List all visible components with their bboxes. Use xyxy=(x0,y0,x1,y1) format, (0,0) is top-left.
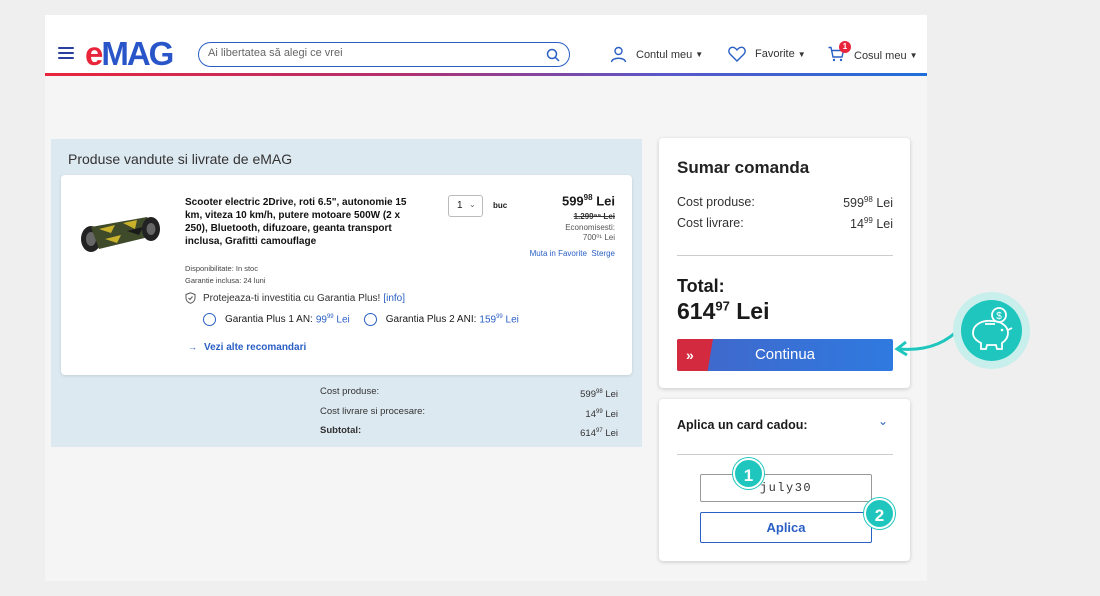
warranty-option-2[interactable]: Garantia Plus 2 ANI: 15999 Lei xyxy=(363,313,519,326)
favorites-menu[interactable]: Favorite ▼ xyxy=(728,46,806,62)
shield-icon xyxy=(185,292,196,304)
gift-card-title: Aplica un card cadou: xyxy=(677,418,808,432)
chevron-down-icon[interactable]: ⌄ xyxy=(878,414,888,428)
favorites-label: Favorite xyxy=(755,48,795,60)
warranty-option-1[interactable]: Garantia Plus 1 AN: 9999 Lei xyxy=(203,313,350,326)
heart-icon xyxy=(728,46,746,62)
page: eMAG Contul meu▼ Favorite▼ 1 Cosul meu▼ … xyxy=(45,15,927,581)
header: eMAG Contul meu▼ Favorite▼ 1 Cosul meu▼ xyxy=(45,15,927,76)
product-name[interactable]: Scooter electric 2Drive, roti 6.5", auto… xyxy=(185,196,423,248)
divider xyxy=(677,454,893,455)
cart-section-title: Produse vandute si livrate de eMAG xyxy=(68,151,293,167)
total-label: Total: xyxy=(677,276,725,296)
chevron-down-icon: ▼ xyxy=(797,49,806,59)
divider xyxy=(677,255,893,256)
search-bar[interactable] xyxy=(198,42,570,67)
more-recommendations-link[interactable]: → Vezi alte recomandari xyxy=(188,342,306,353)
quantity-select[interactable]: 1 ⌄ xyxy=(448,195,483,217)
cart-label: Cosul meu xyxy=(854,49,907,62)
quantity-unit: buc xyxy=(493,201,508,210)
search-icon[interactable] xyxy=(546,48,560,62)
account-label: Contul meu xyxy=(636,48,693,61)
move-to-favorites-link[interactable]: Muta in Favorite xyxy=(530,249,587,258)
arrow-icon xyxy=(894,325,963,357)
arrow-right-icon: → xyxy=(188,342,197,352)
continue-button[interactable]: » Continua xyxy=(677,339,893,371)
menu-icon[interactable] xyxy=(58,47,74,59)
old-price: 1.299⁹⁹ Lei xyxy=(573,212,615,221)
savings: Economisesti: 700⁰¹ Lei xyxy=(565,223,615,242)
radio-button[interactable] xyxy=(363,313,377,326)
account-menu[interactable]: Contul meu ▼ xyxy=(610,46,703,63)
chevron-down-icon: ⌄ xyxy=(469,200,476,209)
cart-menu[interactable]: 1 Cosul meu ▼ xyxy=(828,41,918,65)
gift-card-input[interactable]: july30 xyxy=(700,474,872,502)
products-cost-row: Cost produse: 59998 Lei xyxy=(677,195,893,211)
order-summary-box: Sumar comanda Cost produse: 59998 Lei Cos… xyxy=(659,138,910,388)
cart-count-badge: 1 xyxy=(839,41,851,53)
product-card: Scooter electric 2Drive, roti 6.5", auto… xyxy=(61,175,632,375)
cart-summary: Cost produse: 59998 Lei Cost livrare si p… xyxy=(320,386,618,440)
chevron-down-icon: ▼ xyxy=(909,51,918,60)
search-input[interactable] xyxy=(208,47,538,59)
emag-logo[interactable]: eMAG xyxy=(85,36,174,72)
availability-info: Disponibilitate: In stoc Garantie inclusa… xyxy=(185,264,266,285)
step-2-badge: 2 xyxy=(864,498,895,529)
radio-button[interactable] xyxy=(203,313,216,326)
shipping-cost-row: Cost livrare: 1499 Lei xyxy=(677,216,893,232)
warranty-options: Garantia Plus 1 AN: 9999 Lei Garantia Plu… xyxy=(203,313,533,326)
piggy-bank-icon: $ xyxy=(953,292,1030,369)
product-price: 59998 Lei xyxy=(561,193,615,209)
product-actions: Muta in Favorite Sterge xyxy=(530,249,615,258)
cart-icon-wrap: 1 xyxy=(828,41,854,65)
apply-button[interactable]: Aplica xyxy=(700,512,872,543)
chevron-down-icon: ▼ xyxy=(695,50,704,59)
total-value: 61497 Lei xyxy=(677,298,770,324)
warranty-promo: Protejeaza-ti investitia cu Garantia Plu… xyxy=(185,292,405,304)
product-image[interactable] xyxy=(77,205,165,265)
info-link[interactable]: [info] xyxy=(383,293,405,304)
user-icon xyxy=(610,46,627,63)
delete-link[interactable]: Sterge xyxy=(591,249,615,258)
continue-label: Continua xyxy=(754,346,816,363)
gift-card-box: Aplica un card cadou: ⌄ july30 Aplica xyxy=(659,399,910,561)
svg-text:$: $ xyxy=(996,311,1002,322)
order-summary-title: Sumar comanda xyxy=(677,158,810,177)
step-1-badge: 1 xyxy=(733,458,764,489)
double-chevron-icon: » xyxy=(677,339,713,371)
quantity-value: 1 xyxy=(457,200,463,211)
cart-panel: Produse vandute si livrate de eMAG Scoot… xyxy=(51,139,642,447)
header-divider xyxy=(45,73,927,76)
